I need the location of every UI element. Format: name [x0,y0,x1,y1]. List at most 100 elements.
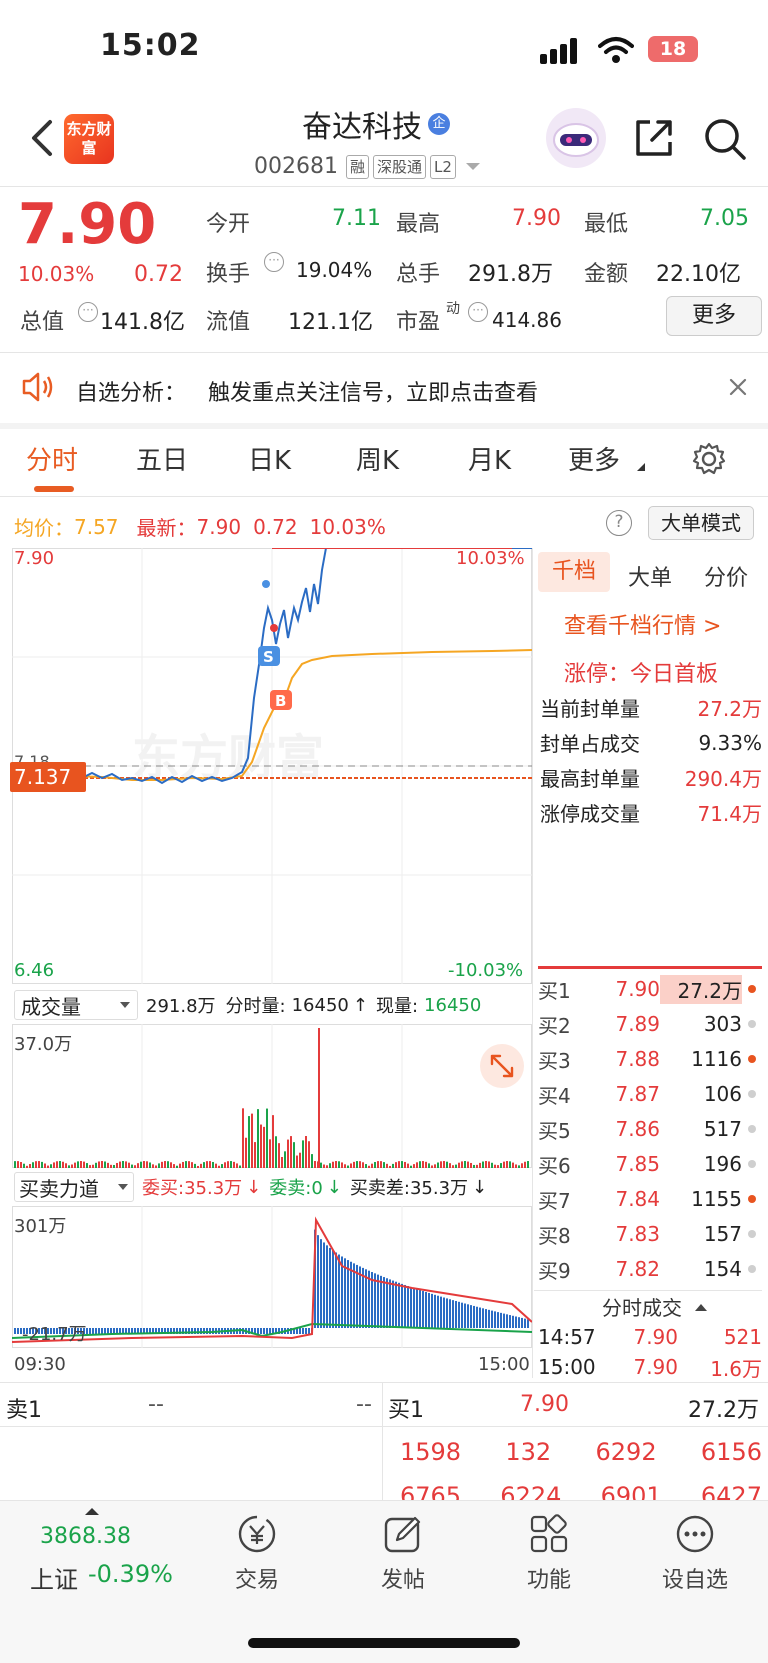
trade-row: 14:57 7.90 521 [538,1325,762,1349]
bid-row: 买9 7.82 154 [538,1252,762,1286]
big-order-mode-button[interactable]: 大单模式 [648,506,754,540]
index-value[interactable]: 3868.38 [40,1524,131,1549]
more-button[interactable]: 更多 [666,296,762,336]
expand-button[interactable] [480,1044,524,1088]
trade-row: 15:00 7.90 1.6万 [538,1355,762,1381]
assistant-avatar[interactable] [546,108,606,168]
buy1-volume: 27.2万 [688,1398,759,1423]
buy-orders: 委买:35.3万 [142,1178,243,1199]
bid-indicator-dot [748,1125,756,1133]
tab-intraday[interactable]: 分时 [26,440,78,477]
app-logo[interactable]: 东方财富 [64,114,114,164]
bid-row: 买4 7.87 106 [538,1077,762,1111]
battery-indicator: 18 [648,36,698,62]
tab-price-dist[interactable]: 分价 [704,560,748,592]
info-icon[interactable]: ··· [78,302,98,322]
interval-label: 分时量: [225,996,286,1017]
stock-title[interactable]: 奋达科技 企 [302,102,450,146]
edit-icon [384,1516,421,1553]
sell1-price: -- [148,1392,164,1417]
info-icon[interactable]: ··· [264,252,284,272]
grid-icon [530,1514,568,1553]
latest-value: 7.90 [196,514,242,539]
view-depth-link[interactable]: 查看千档行情 > [564,608,721,640]
avg-value: 7.57 [74,514,119,539]
tag-l2: L2 [430,154,456,179]
nav-add-watchlist[interactable]: 设自选 [640,1512,750,1594]
enterprise-badge: 企 [428,113,450,135]
volume-chart[interactable] [12,1024,532,1168]
share-icon[interactable] [632,116,676,160]
sell1-volume: -- [356,1392,372,1417]
robot-icon [553,123,599,157]
stock-name: 奋达科技 [302,110,422,145]
tab-indicator [34,486,74,492]
bid-indicator-dot [748,1195,756,1203]
expand-icon [490,1054,514,1078]
trades-header[interactable]: 分时成交 [602,1292,708,1321]
back-icon[interactable] [28,118,54,158]
mktcap-value: 141.8亿 [100,310,185,335]
tab-weekly-k[interactable]: 周K [356,440,399,477]
buy-marker: B [275,692,286,710]
low-value: 7.05 [700,206,749,231]
power-chart[interactable] [12,1206,532,1348]
now-label: 现量: [375,996,419,1017]
price-chart[interactable]: 东方财富 S B [12,548,532,984]
power-min-label: -21.7万 [22,1324,87,1345]
sell-orders: 委卖:0 [269,1178,323,1199]
latest-label: 最新： [136,516,197,540]
limit-row: 封单占成交 9.33% [540,730,762,757]
volume-label: 总手 [396,262,441,287]
tab-more[interactable]: 更多 [568,440,620,477]
open-value: 7.11 [332,206,381,231]
bid-indicator-dot [748,1055,756,1063]
latest-change: 0.72 [253,514,298,539]
gear-icon[interactable] [692,442,726,476]
nav-post[interactable]: 发帖 [348,1512,458,1594]
current-price: 7.90 [18,192,157,257]
dropdown-icon [118,1184,128,1190]
tab-five-day[interactable]: 五日 [136,440,188,477]
pe-superscript: 动 [446,301,460,317]
limit-row: 涨停成交量 71.4万 [540,802,762,826]
trades-title: 分时成交 [602,1296,682,1320]
tab-thousand-level[interactable]: 千档 [538,552,610,592]
chevron-up-icon [695,1303,707,1311]
bid-indicator-dot [748,1230,756,1238]
index-name[interactable]: 上证 [30,1560,78,1595]
chart-top-percent: 10.03% [456,548,525,569]
power-header: 买卖力道 委买:35.3万 ↓ 委卖:0 ↓ 买卖差:35.3万 ↓ [14,1172,487,1202]
search-icon[interactable] [702,116,748,162]
info-icon[interactable]: ··· [468,302,488,322]
now-value: 16450 [424,994,482,1016]
interval-value: 16450 [291,994,349,1016]
help-icon[interactable]: ? [606,510,632,536]
nav-functions[interactable]: 功能 [494,1512,604,1594]
tab-big-order[interactable]: 大单 [628,560,672,592]
power-indicator-select[interactable]: 买卖力道 [14,1172,134,1202]
volume-indicator-select[interactable]: 成交量 [14,990,138,1020]
chart-bottom-price: 6.46 [14,960,55,981]
close-icon[interactable] [728,377,748,397]
chevron-down-icon[interactable] [464,161,482,173]
status-time: 15:02 [100,28,201,63]
tab-daily-k[interactable]: 日K [248,440,291,477]
tab-monthly-k[interactable]: 月K [468,440,511,477]
notice-bar[interactable]: 自选分析： 触发重点关注信号，立即点击查看 [0,353,768,423]
sell1-label: 卖1 [6,1398,42,1423]
speaker-icon [22,372,53,402]
index-percent[interactable]: -0.39% [88,1560,173,1588]
time-start: 09:30 [14,1354,66,1375]
bid-row: 买8 7.83 157 [538,1217,762,1251]
home-indicator [248,1638,520,1648]
turnover-value: 19.04% [296,258,373,282]
bid-row: 买2 7.89 303 [538,1007,762,1041]
limit-stats: 当前封单量 27.2万 封单占成交 9.33% 最高封单量 290.4万 涨停成交量 7… [540,690,762,830]
limit-up-title: 涨停：今日首板 [564,662,719,687]
trade-icon [238,1515,276,1553]
nav-trade[interactable]: 交易 [202,1512,312,1594]
bid-indicator-dot [748,1265,756,1273]
buy1-label: 买1 [388,1398,424,1423]
more-dots-icon [676,1515,714,1553]
